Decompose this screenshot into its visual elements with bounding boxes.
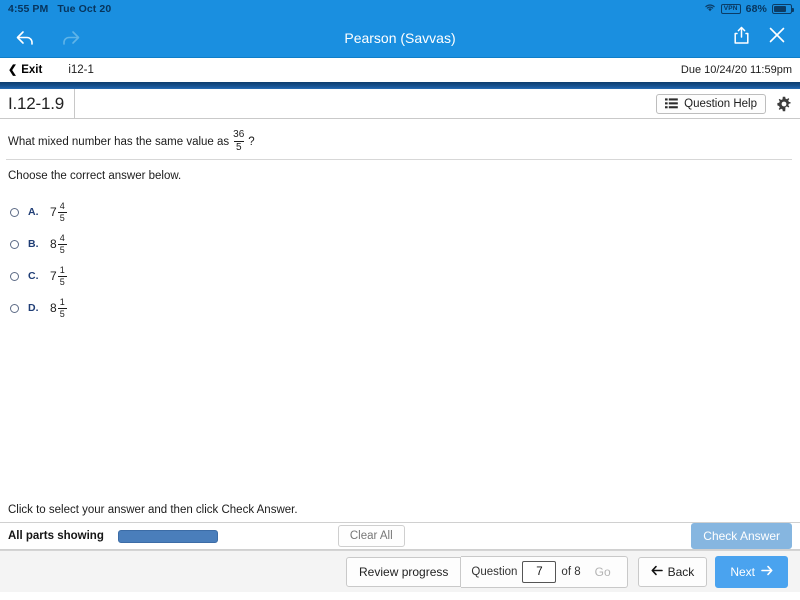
battery-icon xyxy=(772,4,794,14)
answer-option-c[interactable]: C. 7 1 5 xyxy=(10,260,800,292)
option-letter-c: C. xyxy=(28,270,39,282)
next-label: Next xyxy=(730,564,755,579)
go-button[interactable]: Go xyxy=(585,559,621,585)
option-letter-b: B. xyxy=(28,238,39,250)
option-value-c: 7 1 5 xyxy=(50,264,67,287)
question-help-label: Question Help xyxy=(684,97,757,110)
header-divider xyxy=(0,82,800,89)
option-value-b: 8 4 5 xyxy=(50,232,67,255)
radio-button-b[interactable] xyxy=(10,239,19,249)
prompt-fraction: 36 5 xyxy=(231,128,246,153)
answer-option-d[interactable]: D. 8 1 5 xyxy=(10,292,800,324)
exit-due-bar: ❮ Exit i12-1 Due 10/24/20 11:59pm xyxy=(0,58,800,82)
arrow-right-icon xyxy=(761,565,773,579)
check-answer-button[interactable]: Check Answer xyxy=(691,523,792,549)
battery-percent: 68% xyxy=(745,3,767,15)
exit-button[interactable]: ❮ Exit xyxy=(8,64,42,76)
status-bar-left: 4:55 PM Tue Oct 20 xyxy=(8,3,111,15)
option-whole-a: 7 xyxy=(50,205,57,219)
app-nav-bar: Pearson (Savvas) xyxy=(0,18,800,58)
option-numerator-d: 1 xyxy=(59,296,65,307)
option-whole-c: 7 xyxy=(50,269,57,283)
question-prompt: What mixed number has the same value as … xyxy=(0,119,800,153)
answer-option-a[interactable]: A. 7 4 5 xyxy=(10,196,800,228)
radio-button-a[interactable] xyxy=(10,207,19,217)
option-denominator-a: 5 xyxy=(57,211,67,223)
app-title: Pearson (Savvas) xyxy=(344,29,456,46)
arrow-left-icon xyxy=(651,565,663,579)
exit-label: Exit xyxy=(21,64,43,76)
option-letter-d: D. xyxy=(28,302,39,314)
progress-bar xyxy=(117,529,218,543)
status-time: 4:55 PM xyxy=(8,3,49,15)
option-denominator-b: 5 xyxy=(57,243,67,255)
vpn-badge: VPN xyxy=(720,3,741,15)
option-fraction-d: 1 5 xyxy=(57,296,67,319)
back-arrow-icon[interactable] xyxy=(14,28,36,48)
option-fraction-b: 4 5 xyxy=(57,232,67,255)
radio-button-d[interactable] xyxy=(10,303,19,313)
option-value-d: 8 1 5 xyxy=(50,296,67,319)
back-label: Back xyxy=(667,564,695,579)
choose-instruction: Choose the correct answer below. xyxy=(8,170,182,182)
answer-option-b[interactable]: B. 8 4 5 xyxy=(10,228,800,260)
option-fraction-c: 1 5 xyxy=(57,264,67,287)
option-denominator-d: 5 xyxy=(57,307,67,319)
question-help-button[interactable]: Question Help xyxy=(656,93,766,114)
next-button[interactable]: Next xyxy=(715,555,788,588)
prompt-text: What mixed number has the same value as xyxy=(8,136,230,148)
bottom-nav-bar: Review progress Question of 8 Go Back Ne… xyxy=(0,550,800,592)
status-bar-right: VPN 68% xyxy=(704,3,794,15)
answer-hint: Click to select your answer and then cli… xyxy=(8,504,298,516)
question-total-label: of 8 xyxy=(561,565,581,578)
page-title: I.12-1.9 xyxy=(6,88,76,119)
assignment-id: i12-1 xyxy=(68,64,94,76)
review-progress-button[interactable]: Review progress xyxy=(346,556,462,587)
title-tools: Question Help xyxy=(656,93,800,114)
chevron-left-icon: ❮ xyxy=(8,63,18,76)
option-whole-b: 8 xyxy=(50,237,57,251)
forward-arrow-icon xyxy=(60,28,82,48)
option-whole-d: 8 xyxy=(50,301,57,315)
app-nav-actions xyxy=(733,26,786,50)
fraction-denominator: 5 xyxy=(233,140,244,153)
question-navigator: Question of 8 Go xyxy=(461,555,628,588)
option-numerator-c: 1 xyxy=(59,264,65,275)
parts-progress-bar: All parts showing Clear All Check Answer xyxy=(0,522,800,550)
ios-status-bar: 4:55 PM Tue Oct 20 VPN 68% xyxy=(0,0,800,18)
status-date: Tue Oct 20 xyxy=(57,3,112,15)
parts-label: All parts showing xyxy=(8,530,104,542)
share-icon[interactable] xyxy=(733,26,750,50)
close-icon[interactable] xyxy=(768,26,786,49)
nav-arrow-group xyxy=(14,28,82,48)
question-body: What mixed number has the same value as … xyxy=(0,119,800,504)
wifi-icon xyxy=(704,3,716,15)
list-icon xyxy=(665,98,678,109)
option-numerator-b: 4 xyxy=(59,232,65,243)
option-denominator-c: 5 xyxy=(57,275,67,287)
clear-all-button[interactable]: Clear All xyxy=(337,525,405,547)
back-button[interactable]: Back xyxy=(637,556,708,587)
option-numerator-a: 4 xyxy=(59,200,65,211)
option-fraction-a: 4 5 xyxy=(57,200,67,223)
answer-options: A. 7 4 5 B. 8 4 5 C. 7 1 5 D. 8 1 5 xyxy=(0,182,800,324)
question-number-input[interactable] xyxy=(522,560,557,583)
question-title-bar: I.12-1.9 Question Help xyxy=(0,88,800,119)
radio-button-c[interactable] xyxy=(10,271,19,281)
fraction-numerator: 36 xyxy=(233,128,245,140)
question-label: Question xyxy=(471,565,518,578)
option-value-a: 7 4 5 xyxy=(50,200,67,223)
due-date: Due 10/24/20 11:59pm xyxy=(680,64,792,76)
option-letter-a: A. xyxy=(28,206,39,218)
gear-icon[interactable] xyxy=(776,96,792,112)
prompt-suffix: ? xyxy=(248,136,255,148)
